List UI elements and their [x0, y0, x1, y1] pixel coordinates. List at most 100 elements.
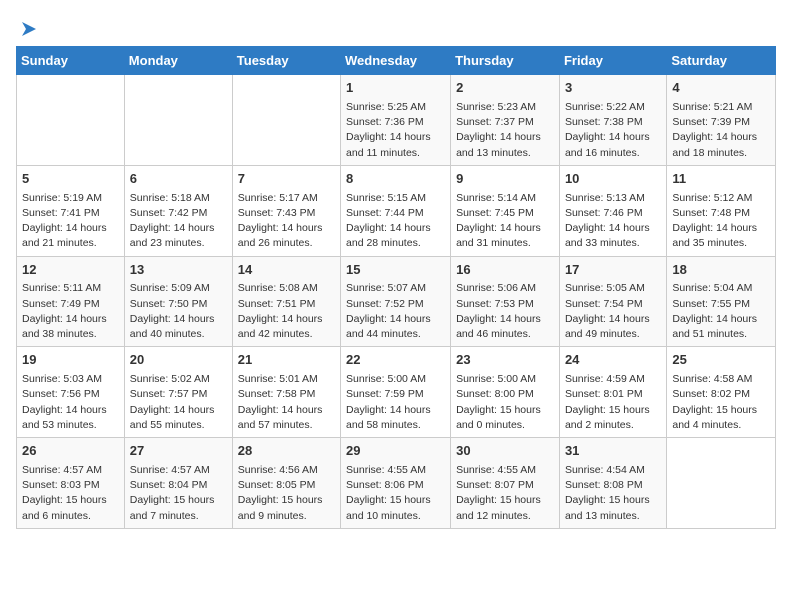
day-info: Sunrise: 5:12 AMSunset: 7:48 PMDaylight:… [672, 191, 770, 252]
day-of-week-header: Sunday [17, 47, 125, 75]
calendar-header-row: SundayMondayTuesdayWednesdayThursdayFrid… [17, 47, 776, 75]
day-number: 31 [565, 442, 661, 461]
calendar-day-cell: 8 Sunrise: 5:15 AMSunset: 7:44 PMDaylight… [341, 165, 451, 256]
day-info: Sunrise: 5:00 AMSunset: 7:59 PMDaylight:… [346, 372, 445, 433]
calendar-day-cell: 28Sunrise: 4:56 AMSunset: 8:05 PMDayligh… [232, 438, 340, 529]
day-info: Sunrise: 5:05 AMSunset: 7:54 PMDaylight:… [565, 281, 661, 342]
calendar-day-cell: 2 Sunrise: 5:23 AMSunset: 7:37 PMDaylight… [451, 75, 560, 166]
day-number: 8 [346, 170, 445, 189]
day-info: Sunrise: 5:08 AMSunset: 7:51 PMDaylight:… [238, 281, 335, 342]
day-info: Sunrise: 5:25 AMSunset: 7:36 PMDaylight:… [346, 100, 445, 161]
calendar-day-cell: 20 Sunrise: 5:02 AMSunset: 7:57 PMDayligh… [124, 347, 232, 438]
day-of-week-header: Monday [124, 47, 232, 75]
day-info: Sunrise: 5:00 AMSunset: 8:00 PMDaylight:… [456, 372, 554, 433]
day-number: 21 [238, 351, 335, 370]
calendar-day-cell: 17Sunrise: 5:05 AMSunset: 7:54 PMDayligh… [559, 256, 666, 347]
day-info: Sunrise: 4:57 AMSunset: 8:03 PMDaylight:… [22, 463, 119, 524]
day-info: Sunrise: 5:11 AMSunset: 7:49 PMDaylight:… [22, 281, 119, 342]
day-info: Sunrise: 4:55 AMSunset: 8:07 PMDaylight:… [456, 463, 554, 524]
day-number: 3 [565, 79, 661, 98]
day-number: 29 [346, 442, 445, 461]
calendar-day-cell: 10Sunrise: 5:13 AMSunset: 7:46 PMDayligh… [559, 165, 666, 256]
day-number: 16 [456, 261, 554, 280]
day-number: 14 [238, 261, 335, 280]
calendar-day-cell: 30 Sunrise: 4:55 AMSunset: 8:07 PMDayligh… [451, 438, 560, 529]
day-of-week-header: Wednesday [341, 47, 451, 75]
calendar-day-cell: 21Sunrise: 5:01 AMSunset: 7:58 PMDayligh… [232, 347, 340, 438]
day-number: 9 [456, 170, 554, 189]
day-number: 20 [130, 351, 227, 370]
day-info: Sunrise: 4:57 AMSunset: 8:04 PMDaylight:… [130, 463, 227, 524]
day-info: Sunrise: 5:14 AMSunset: 7:45 PMDaylight:… [456, 191, 554, 252]
calendar-day-cell: 9 Sunrise: 5:14 AMSunset: 7:45 PMDaylight… [451, 165, 560, 256]
day-number: 4 [672, 79, 770, 98]
page-header [16, 16, 776, 36]
calendar-day-cell: 6 Sunrise: 5:18 AMSunset: 7:42 PMDaylight… [124, 165, 232, 256]
day-number: 19 [22, 351, 119, 370]
day-info: Sunrise: 5:03 AMSunset: 7:56 PMDaylight:… [22, 372, 119, 433]
calendar-week-row: 26Sunrise: 4:57 AMSunset: 8:03 PMDayligh… [17, 438, 776, 529]
day-number: 13 [130, 261, 227, 280]
calendar-day-cell [17, 75, 125, 166]
calendar-day-cell: 7Sunrise: 5:17 AMSunset: 7:43 PMDaylight… [232, 165, 340, 256]
day-number: 24 [565, 351, 661, 370]
day-number: 7 [238, 170, 335, 189]
calendar-day-cell: 27 Sunrise: 4:57 AMSunset: 8:04 PMDayligh… [124, 438, 232, 529]
calendar-day-cell: 22 Sunrise: 5:00 AMSunset: 7:59 PMDayligh… [341, 347, 451, 438]
calendar-week-row: 1 Sunrise: 5:25 AMSunset: 7:36 PMDaylight… [17, 75, 776, 166]
calendar-day-cell: 4 Sunrise: 5:21 AMSunset: 7:39 PMDaylight… [667, 75, 776, 166]
calendar-day-cell: 23 Sunrise: 5:00 AMSunset: 8:00 PMDayligh… [451, 347, 560, 438]
calendar-day-cell: 31 Sunrise: 4:54 AMSunset: 8:08 PMDayligh… [559, 438, 666, 529]
calendar-day-cell: 5Sunrise: 5:19 AMSunset: 7:41 PMDaylight… [17, 165, 125, 256]
day-info: Sunrise: 5:21 AMSunset: 7:39 PMDaylight:… [672, 100, 770, 161]
calendar-table: SundayMondayTuesdayWednesdayThursdayFrid… [16, 46, 776, 529]
calendar-week-row: 5Sunrise: 5:19 AMSunset: 7:41 PMDaylight… [17, 165, 776, 256]
day-number: 1 [346, 79, 445, 98]
calendar-day-cell: 29 Sunrise: 4:55 AMSunset: 8:06 PMDayligh… [341, 438, 451, 529]
calendar-week-row: 12Sunrise: 5:11 AMSunset: 7:49 PMDayligh… [17, 256, 776, 347]
day-info: Sunrise: 5:02 AMSunset: 7:57 PMDaylight:… [130, 372, 227, 433]
day-info: Sunrise: 4:58 AMSunset: 8:02 PMDaylight:… [672, 372, 770, 433]
day-number: 15 [346, 261, 445, 280]
logo [16, 16, 40, 36]
calendar-day-cell: 3 Sunrise: 5:22 AMSunset: 7:38 PMDaylight… [559, 75, 666, 166]
calendar-day-cell [667, 438, 776, 529]
day-number: 11 [672, 170, 770, 189]
day-of-week-header: Thursday [451, 47, 560, 75]
day-number: 6 [130, 170, 227, 189]
day-number: 2 [456, 79, 554, 98]
calendar-day-cell: 12Sunrise: 5:11 AMSunset: 7:49 PMDayligh… [17, 256, 125, 347]
logo-arrow-icon [18, 18, 40, 40]
day-number: 22 [346, 351, 445, 370]
day-info: Sunrise: 5:15 AMSunset: 7:44 PMDaylight:… [346, 191, 445, 252]
calendar-day-cell: 15Sunrise: 5:07 AMSunset: 7:52 PMDayligh… [341, 256, 451, 347]
day-info: Sunrise: 5:07 AMSunset: 7:52 PMDaylight:… [346, 281, 445, 342]
day-info: Sunrise: 5:23 AMSunset: 7:37 PMDaylight:… [456, 100, 554, 161]
day-info: Sunrise: 4:54 AMSunset: 8:08 PMDaylight:… [565, 463, 661, 524]
calendar-day-cell: 14Sunrise: 5:08 AMSunset: 7:51 PMDayligh… [232, 256, 340, 347]
calendar-day-cell [124, 75, 232, 166]
calendar-day-cell: 16Sunrise: 5:06 AMSunset: 7:53 PMDayligh… [451, 256, 560, 347]
day-info: Sunrise: 5:06 AMSunset: 7:53 PMDaylight:… [456, 281, 554, 342]
day-info: Sunrise: 4:59 AMSunset: 8:01 PMDaylight:… [565, 372, 661, 433]
day-info: Sunrise: 4:55 AMSunset: 8:06 PMDaylight:… [346, 463, 445, 524]
day-number: 23 [456, 351, 554, 370]
day-number: 10 [565, 170, 661, 189]
day-number: 17 [565, 261, 661, 280]
day-of-week-header: Saturday [667, 47, 776, 75]
day-number: 12 [22, 261, 119, 280]
day-number: 27 [130, 442, 227, 461]
day-of-week-header: Tuesday [232, 47, 340, 75]
calendar-day-cell: 13Sunrise: 5:09 AMSunset: 7:50 PMDayligh… [124, 256, 232, 347]
calendar-day-cell: 26Sunrise: 4:57 AMSunset: 8:03 PMDayligh… [17, 438, 125, 529]
day-info: Sunrise: 5:22 AMSunset: 7:38 PMDaylight:… [565, 100, 661, 161]
calendar-day-cell: 19 Sunrise: 5:03 AMSunset: 7:56 PMDayligh… [17, 347, 125, 438]
calendar-day-cell: 24 Sunrise: 4:59 AMSunset: 8:01 PMDayligh… [559, 347, 666, 438]
day-info: Sunrise: 5:04 AMSunset: 7:55 PMDaylight:… [672, 281, 770, 342]
calendar-day-cell: 1 Sunrise: 5:25 AMSunset: 7:36 PMDaylight… [341, 75, 451, 166]
day-info: Sunrise: 5:19 AMSunset: 7:41 PMDaylight:… [22, 191, 119, 252]
day-info: Sunrise: 5:18 AMSunset: 7:42 PMDaylight:… [130, 191, 227, 252]
day-number: 30 [456, 442, 554, 461]
day-info: Sunrise: 5:09 AMSunset: 7:50 PMDaylight:… [130, 281, 227, 342]
day-info: Sunrise: 4:56 AMSunset: 8:05 PMDaylight:… [238, 463, 335, 524]
